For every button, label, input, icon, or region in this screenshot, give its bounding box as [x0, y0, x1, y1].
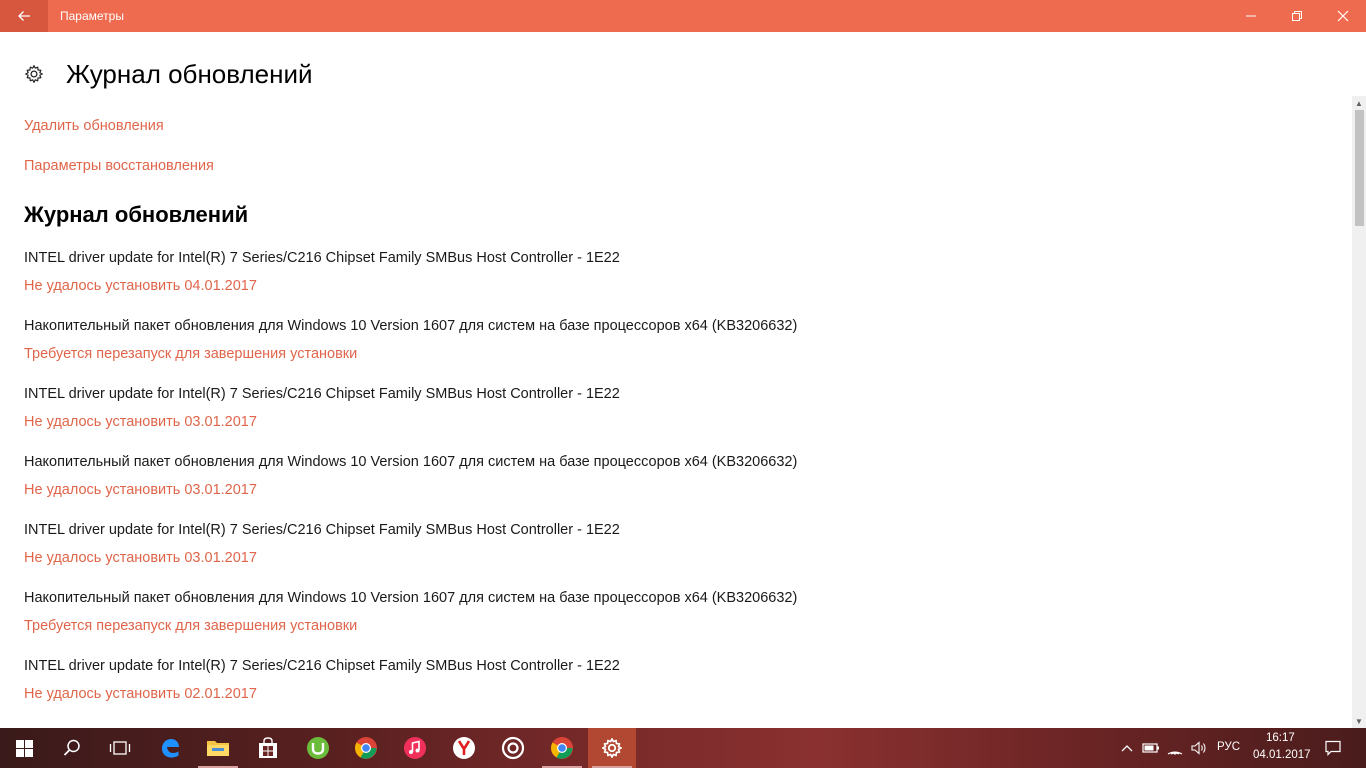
- list-item: INTEL driver update for Intel(R) 7 Serie…: [24, 248, 797, 316]
- network-button[interactable]: [1164, 728, 1186, 768]
- title-bar: Параметры: [0, 0, 1366, 32]
- action-center-button[interactable]: [1320, 728, 1346, 768]
- restore-button[interactable]: [1274, 0, 1320, 32]
- taskbar-app-settings[interactable]: [588, 728, 636, 768]
- update-status-link[interactable]: Требуется перезапуск для завершения уста…: [24, 616, 797, 636]
- file-explorer-icon: [207, 741, 229, 756]
- update-name: INTEL driver update for Intel(R) 7 Serie…: [24, 386, 620, 402]
- chevron-up-icon: [1121, 745, 1133, 752]
- clock-time[interactable]: 16:17: [1266, 732, 1295, 744]
- update-name: Накопительный пакет обновления для Windo…: [24, 318, 798, 334]
- search-icon: [63, 739, 80, 756]
- update-status-link[interactable]: Не удалось установить 03.01.2017: [24, 412, 797, 432]
- settings-content: Журнал обновлений Удалить обновления Пар…: [0, 32, 1350, 728]
- task-view-button[interactable]: [96, 728, 144, 768]
- notification-icon: [1325, 740, 1341, 756]
- section-title: Журнал обновлений: [24, 202, 249, 227]
- vertical-scrollbar[interactable]: ▲ ▼: [1352, 96, 1366, 728]
- start-icon: [15, 739, 33, 757]
- minimize-button[interactable]: [1228, 0, 1274, 32]
- wifi-icon: [1167, 751, 1183, 755]
- list-item: Накопительный пакет обновления для Windo…: [24, 588, 797, 656]
- list-item: Накопительный пакет обновления для Windo…: [24, 452, 797, 520]
- speaker-icon: [1191, 741, 1206, 755]
- yandex-browser-icon: [453, 737, 475, 759]
- close-button[interactable]: [1320, 0, 1366, 32]
- search-button[interactable]: [48, 728, 96, 768]
- app-circle-icon: [501, 736, 525, 760]
- window-title: Параметры: [60, 9, 124, 23]
- list-item: Накопительный пакет обновления для Windo…: [24, 316, 797, 384]
- taskbar: РУС 16:17 04.01.2017: [0, 728, 1366, 768]
- settings-icon: [602, 738, 622, 758]
- list-item: INTEL driver update for Intel(R) 7 Serie…: [24, 384, 797, 452]
- chrome-icon: [355, 737, 377, 759]
- gear-icon: [25, 65, 43, 83]
- update-name: INTEL driver update for Intel(R) 7 Serie…: [24, 658, 620, 674]
- taskbar-app-store[interactable]: [244, 728, 292, 768]
- update-name: Накопительный пакет обновления для Windo…: [24, 454, 798, 470]
- back-arrow-icon: [18, 11, 30, 21]
- taskbar-app-file-explorer[interactable]: [194, 728, 242, 768]
- update-name: Накопительный пакет обновления для Windo…: [24, 590, 798, 606]
- taskbar-app-yandex-browser[interactable]: [440, 728, 488, 768]
- update-status-link[interactable]: Не удалось установить 03.01.2017: [24, 548, 797, 568]
- uninstall-updates-link[interactable]: Удалить обновления: [24, 118, 164, 134]
- minimize-icon: [1246, 15, 1256, 17]
- update-status-link[interactable]: Требуется перезапуск для завершения уста…: [24, 344, 797, 364]
- input-language-indicator[interactable]: РУС: [1217, 741, 1240, 753]
- chrome-icon: [551, 737, 573, 759]
- recovery-options-link[interactable]: Параметры восстановления: [24, 158, 214, 174]
- update-status-link[interactable]: Не удалось установить 03.01.2017: [24, 480, 797, 500]
- scroll-thumb[interactable]: [1355, 110, 1364, 226]
- store-icon: [259, 737, 277, 758]
- restore-icon: [1292, 11, 1302, 21]
- volume-button[interactable]: [1188, 728, 1210, 768]
- taskbar-app-chrome[interactable]: [342, 728, 390, 768]
- list-item: INTEL driver update for Intel(R) 7 Serie…: [24, 520, 797, 588]
- close-icon: [1337, 10, 1349, 22]
- taskbar-app-chrome-2[interactable]: [538, 728, 586, 768]
- update-status-link[interactable]: Не удалось установить 04.01.2017: [24, 276, 797, 296]
- taskbar-app-utorrent[interactable]: [294, 728, 342, 768]
- taskbar-app-circle[interactable]: [489, 728, 537, 768]
- clock-date[interactable]: 04.01.2017: [1253, 749, 1311, 761]
- taskbar-app-edge[interactable]: [146, 728, 194, 768]
- scroll-up-arrow-icon[interactable]: ▲: [1352, 96, 1366, 110]
- update-status-link[interactable]: Не удалось установить 02.01.2017: [24, 684, 797, 704]
- back-button[interactable]: [0, 0, 48, 32]
- show-hidden-icons-button[interactable]: [1116, 728, 1138, 768]
- taskbar-app-itunes[interactable]: [391, 728, 439, 768]
- itunes-icon: [404, 737, 426, 759]
- page-title: Журнал обновлений: [66, 58, 313, 89]
- scroll-down-arrow-icon[interactable]: ▼: [1352, 714, 1366, 728]
- update-name: INTEL driver update for Intel(R) 7 Serie…: [24, 250, 620, 266]
- utorrent-icon: [307, 737, 329, 759]
- update-history-list: INTEL driver update for Intel(R) 7 Serie…: [24, 248, 797, 724]
- task-view-icon: [109, 741, 131, 755]
- update-name: INTEL driver update for Intel(R) 7 Serie…: [24, 522, 620, 538]
- battery-button[interactable]: [1140, 728, 1162, 768]
- page-header: Журнал обновлений: [24, 56, 313, 92]
- battery-icon: [1142, 743, 1159, 753]
- edge-icon: [162, 739, 179, 758]
- start-button[interactable]: [0, 728, 48, 768]
- list-item: INTEL driver update for Intel(R) 7 Serie…: [24, 656, 797, 724]
